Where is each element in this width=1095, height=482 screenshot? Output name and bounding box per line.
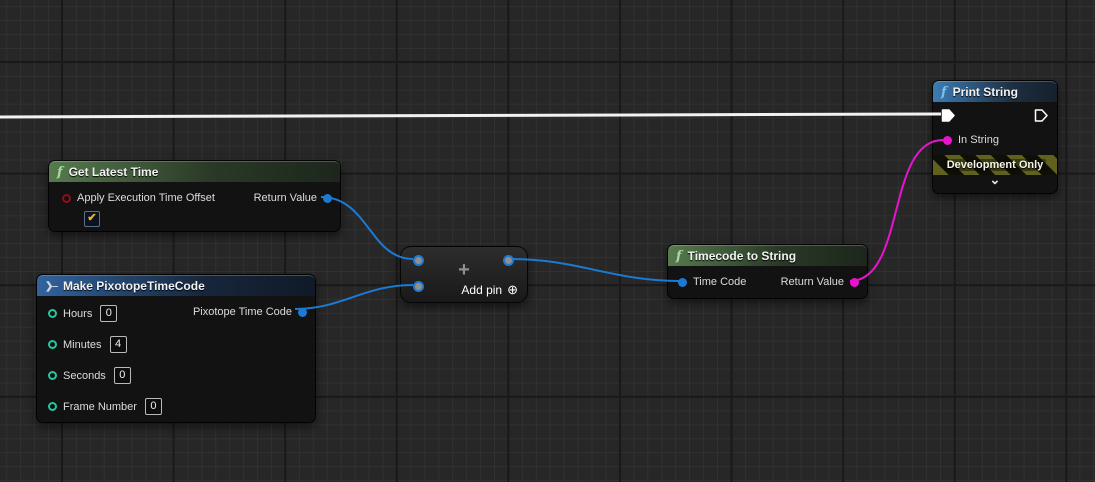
pin-row-seconds: Seconds 0: [48, 360, 162, 391]
pin-row-frame-number: Frame Number 0: [48, 391, 162, 422]
pin-label: Seconds: [57, 370, 112, 382]
struct-output-pin[interactable]: [323, 194, 332, 203]
blueprint-graph-canvas[interactable]: f Get Latest Time Apply Execution Time O…: [0, 0, 1095, 482]
bool-default-checkbox[interactable]: ✔: [84, 211, 100, 227]
node-get-latest-time[interactable]: f Get Latest Time Apply Execution Time O…: [48, 160, 341, 232]
pin-label: In String: [952, 134, 1005, 146]
node-title: Timecode to String: [688, 249, 796, 263]
bool-input-pin[interactable]: [62, 194, 71, 203]
int-value-field[interactable]: 0: [114, 367, 131, 384]
int-input-pin[interactable]: [48, 402, 57, 411]
struct-output-pin[interactable]: [298, 308, 307, 317]
node-timecode-to-string[interactable]: f Timecode to String Time Code Return Va…: [667, 244, 868, 299]
exec-input-pin[interactable]: [941, 108, 956, 123]
int-input-pin[interactable]: [48, 371, 57, 380]
expand-advanced-chevron[interactable]: ⌄: [933, 175, 1057, 190]
node-title: Get Latest Time: [69, 165, 159, 179]
pin-label: Pixotope Time Code: [187, 306, 298, 318]
wire-add-to-timecodetostring: [512, 259, 679, 281]
pin-row-minutes: Minutes 4: [48, 329, 162, 360]
pin-label: Frame Number: [57, 401, 143, 413]
development-only-banner: Development Only: [933, 155, 1057, 175]
node-header[interactable]: f Print String: [933, 81, 1057, 102]
wildcard-input-pin[interactable]: [413, 281, 424, 292]
int-value-field[interactable]: 4: [110, 336, 127, 353]
exec-wire: [0, 114, 941, 117]
node-make-pixotope-timecode[interactable]: ❯‒ Make PixotopeTimeCode Hours 0 Minutes…: [36, 274, 316, 423]
input-pins-column: Hours 0 Minutes 4 Seconds 0 Frame Number…: [48, 298, 162, 422]
add-pin-label: Add pin: [461, 283, 502, 297]
node-header[interactable]: ❯‒ Make PixotopeTimeCode: [37, 275, 315, 296]
node-title: Print String: [953, 85, 1018, 99]
banner-label: Development Only: [944, 159, 1047, 171]
node-print-string[interactable]: f Print String In String Development Onl…: [932, 80, 1058, 194]
string-output-pin[interactable]: [850, 278, 859, 287]
pin-label: Apply Execution Time Offset: [71, 192, 221, 204]
output-pin-row: Pixotope Time Code: [187, 298, 307, 326]
string-input-pin[interactable]: [943, 136, 952, 145]
node-add-operator[interactable]: + Add pin ⊕: [400, 246, 528, 303]
function-icon: f: [941, 86, 947, 99]
pin-label: Time Code: [687, 276, 752, 288]
pin-label: Minutes: [57, 339, 108, 351]
node-title: Make PixotopeTimeCode: [63, 279, 205, 293]
node-header[interactable]: f Timecode to String: [668, 245, 867, 266]
int-input-pin[interactable]: [48, 309, 57, 318]
pin-label: Return Value: [775, 276, 850, 288]
pin-label: Hours: [57, 308, 98, 320]
function-icon: f: [676, 250, 682, 263]
add-pin-circle-icon: ⊕: [507, 282, 518, 298]
int-input-pin[interactable]: [48, 340, 57, 349]
struct-input-pin[interactable]: [678, 278, 687, 287]
make-struct-icon: ❯‒: [45, 281, 57, 292]
int-value-field[interactable]: 0: [100, 305, 117, 322]
function-icon: f: [57, 166, 63, 179]
exec-output-pin[interactable]: [1034, 108, 1049, 123]
add-pin-button[interactable]: Add pin ⊕: [461, 282, 518, 298]
int-value-field[interactable]: 0: [145, 398, 162, 415]
pin-label: Return Value: [248, 192, 323, 204]
plus-operator-icon: +: [401, 260, 527, 280]
pin-row-hours: Hours 0: [48, 298, 162, 329]
node-header[interactable]: f Get Latest Time: [49, 161, 340, 182]
